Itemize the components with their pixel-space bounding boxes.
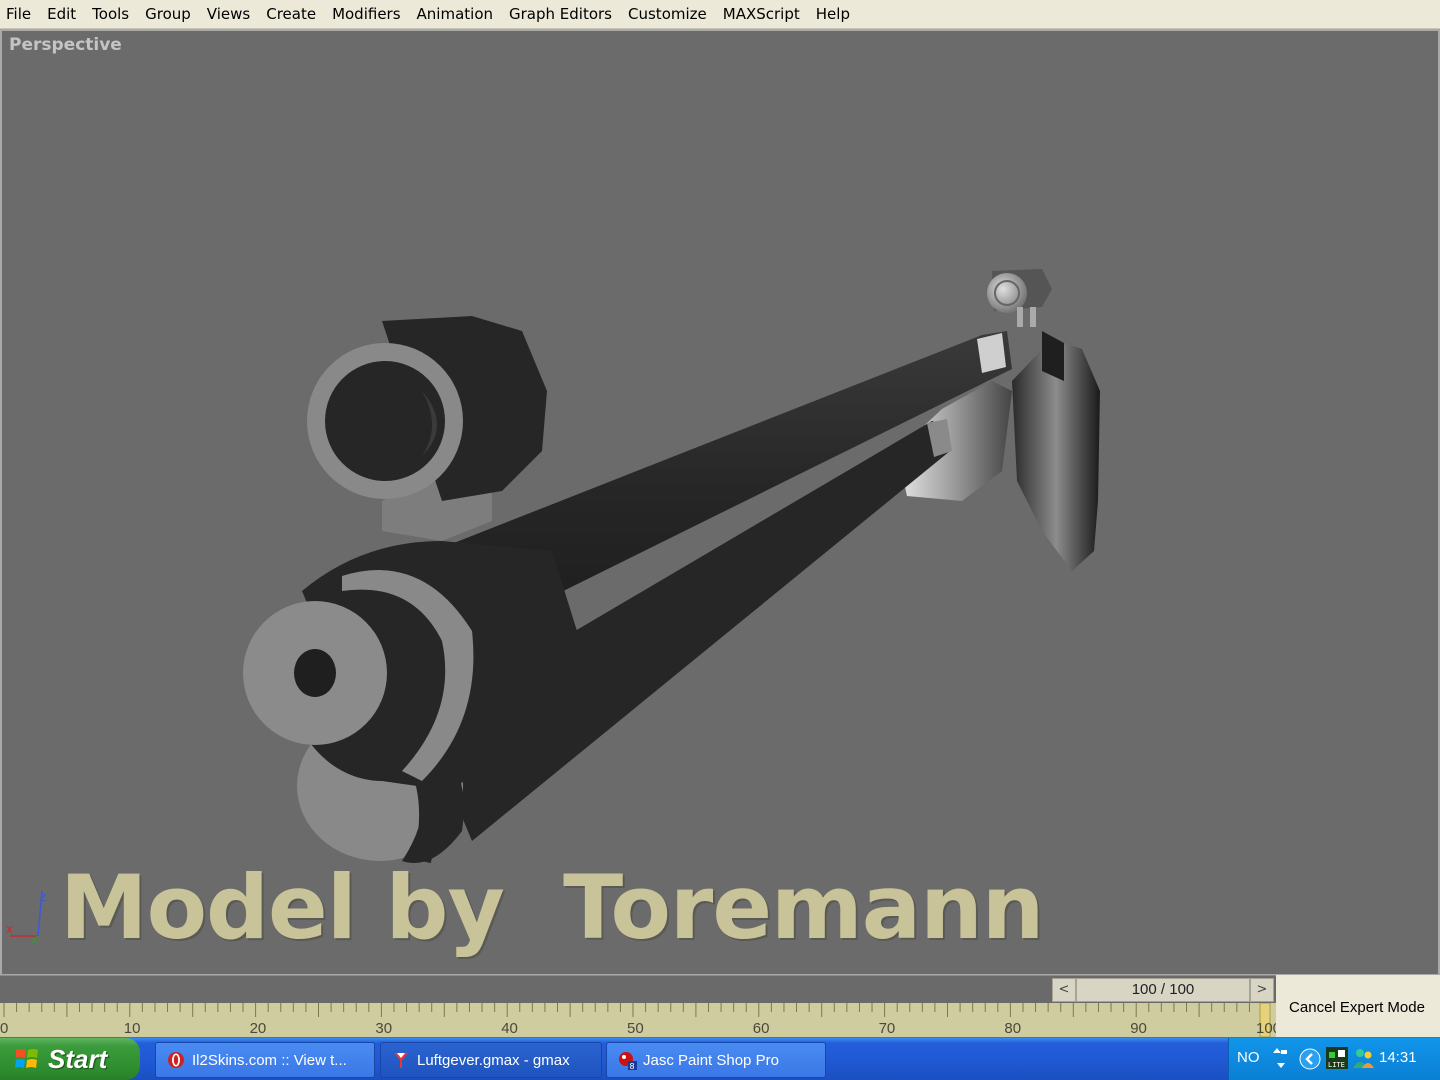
menu-bar: File Edit Tools Group Views Create Modif…	[0, 0, 1440, 29]
front-sight-hood	[307, 316, 547, 541]
menu-modifiers[interactable]: Modifiers	[324, 2, 408, 26]
menu-maxscript[interactable]: MAXScript	[715, 2, 808, 26]
menu-customize[interactable]: Customize	[620, 2, 715, 26]
axis-x-label: x	[6, 922, 13, 936]
ruler-label: 90	[1130, 1020, 1147, 1037]
opera-icon	[168, 1052, 184, 1068]
taskbar-item-label: Luftgever.gmax - gmax	[417, 1051, 570, 1069]
ruler-ticks	[3, 1003, 1263, 1017]
svg-text:8: 8	[630, 1062, 635, 1070]
ruler-labels: 0 10 20 30 40 50 60 70 80 90 100	[0, 1020, 1276, 1037]
windows-taskbar: Start Il2Skins.com :: View t... Luftgeve…	[0, 1038, 1440, 1080]
clock[interactable]: 14:31	[1379, 1049, 1417, 1066]
menu-group[interactable]: Group	[137, 2, 199, 26]
frame-ruler: 0 10 20 30 40 50 60 70 80 90 100	[0, 1003, 1276, 1037]
start-label: Start	[48, 1043, 108, 1074]
language-indicator[interactable]: NO	[1237, 1049, 1260, 1066]
perspective-viewport[interactable]: z x Perspective Model by Toremann	[0, 29, 1440, 976]
menu-help[interactable]: Help	[808, 2, 858, 26]
ruler-label: 20	[250, 1020, 267, 1037]
next-frame-button[interactable]: >	[1250, 978, 1274, 1002]
rear-sight	[987, 269, 1052, 327]
network-activity-icon[interactable]	[1273, 1046, 1289, 1070]
rifle-stock	[1012, 331, 1100, 571]
axis-z-label: z	[40, 890, 46, 904]
watermark-text: Model by Toremann	[60, 856, 1044, 959]
ruler-label: 70	[879, 1020, 896, 1037]
menu-create[interactable]: Create	[258, 2, 324, 26]
menu-edit[interactable]: Edit	[39, 2, 84, 26]
system-tray: NO LITE 14:31	[1228, 1038, 1440, 1080]
taskbar-item-gmax[interactable]: Luftgever.gmax - gmax	[380, 1042, 602, 1078]
cancel-expert-mode-button[interactable]: Cancel Expert Mode	[1278, 995, 1436, 1021]
taskbar-item-label: Il2Skins.com :: View t...	[192, 1051, 347, 1069]
ruler-label: 50	[627, 1020, 644, 1037]
paintshop-icon: 8	[619, 1052, 637, 1070]
axis-gizmo: z x	[6, 890, 46, 944]
menu-file[interactable]: File	[0, 2, 39, 26]
ruler-label: 0	[0, 1020, 8, 1037]
prev-frame-button[interactable]: <	[1052, 978, 1076, 1002]
users-icon[interactable]	[1351, 1046, 1375, 1070]
menu-tools[interactable]: Tools	[84, 2, 137, 26]
svg-text:LITE: LITE	[1328, 1061, 1345, 1069]
ruler-label: 30	[375, 1020, 392, 1037]
rifle-model-render: z x	[6, 269, 1100, 944]
taskbar-item-paintshop[interactable]: 8 Jasc Paint Shop Pro	[606, 1042, 826, 1078]
menu-animation[interactable]: Animation	[409, 2, 501, 26]
time-slider-thumb[interactable]: 100 / 100	[1076, 978, 1250, 1002]
time-slider-area: < 100 / 100 > 0 10 20 30 40 50 60 70 80 90 100 Can…	[0, 975, 1440, 1037]
time-slider-bar[interactable]: < 100 / 100 >	[0, 975, 1276, 1004]
menu-graph-editors[interactable]: Graph Editors	[501, 2, 620, 26]
ruler-label: 10	[124, 1020, 141, 1037]
start-button[interactable]: Start	[0, 1038, 140, 1080]
windows-logo-icon	[15, 1049, 38, 1068]
taskbar-item-label: Jasc Paint Shop Pro	[643, 1051, 779, 1069]
viewport-label[interactable]: Perspective	[9, 35, 122, 55]
gmax-icon	[394, 1053, 408, 1068]
ruler-label: 100	[1256, 1020, 1276, 1037]
menu-views[interactable]: Views	[199, 2, 258, 26]
ruler-label: 60	[753, 1020, 770, 1037]
taskbar-item-il2skins[interactable]: Il2Skins.com :: View t...	[155, 1042, 375, 1078]
show-hidden-icons-chevron-icon[interactable]	[1299, 1048, 1321, 1070]
ruler-label: 80	[1004, 1020, 1021, 1037]
ruler-label: 40	[501, 1020, 518, 1037]
lite-app-icon[interactable]: LITE	[1325, 1046, 1349, 1070]
track-bar[interactable]: 0 10 20 30 40 50 60 70 80 90 100	[0, 1003, 1276, 1037]
